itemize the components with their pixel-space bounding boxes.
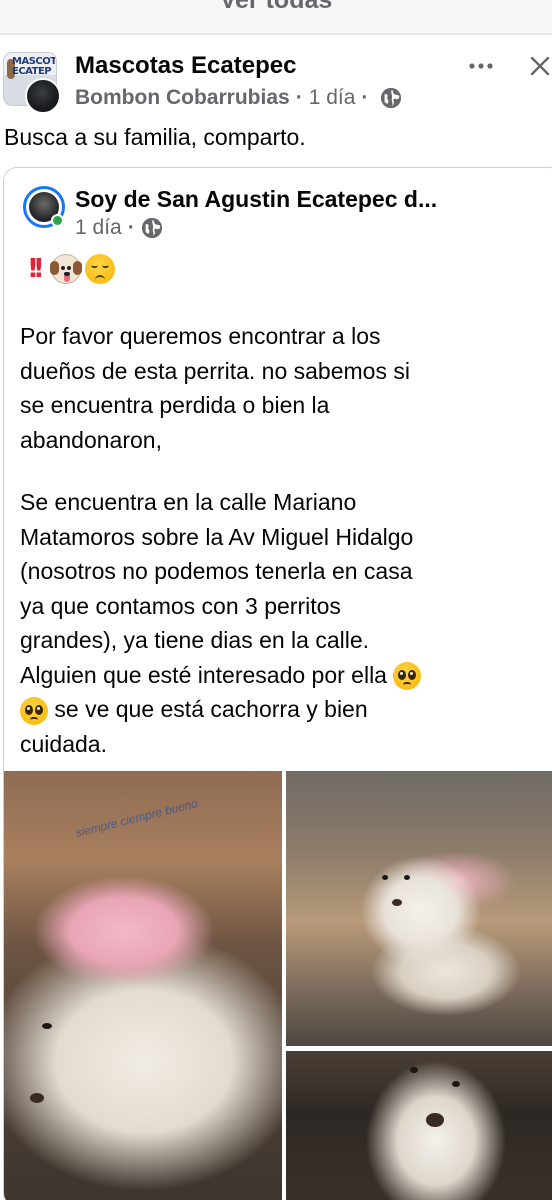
paragraph-line: dueños de esta perrita. no sabemos si: [20, 357, 410, 384]
paragraph-line: (nosotros no podemos tenerla en casa: [20, 558, 413, 584]
dog-eye: [382, 875, 388, 880]
post-paragraph-1: Por favor queremos encontrar a los dueño…: [20, 319, 550, 457]
double-exclamation-icon: !!: [27, 254, 45, 284]
pleading-face-icon: [393, 662, 422, 691]
post-caption: Busca a su familia, comparto.: [4, 124, 306, 150]
post-meta: Bombon Cobarrubias · 1 día ·: [75, 86, 402, 110]
author-avatar[interactable]: [25, 78, 61, 114]
paragraph-line: Se encuentra en la calle Mariano: [20, 489, 357, 515]
globe-icon[interactable]: [380, 87, 402, 109]
paragraph-line: se ve que está cachorra y bien: [54, 696, 368, 722]
group-name[interactable]: Mascotas Ecatepec: [75, 52, 296, 80]
paragraph-line: Alguien que esté interesado por ella: [20, 661, 387, 688]
disappointed-face-icon: [84, 254, 115, 284]
post-paragraph-2: Se encuentra en la calle Mariano Matamor…: [20, 485, 550, 761]
dog-eye: [410, 1067, 418, 1073]
close-icon[interactable]: [528, 54, 552, 78]
post-header: MASCOTAS ECATEP Mascotas Ecatepec Bombon…: [0, 44, 552, 116]
paragraph-line: Por favor queremos encontrar a los: [20, 323, 381, 349]
dog-nose: [30, 1093, 44, 1103]
paragraph-line: Matamoros sobre la Av Miguel Hidalgo: [20, 523, 414, 550]
author-name[interactable]: Bombon Cobarrubias: [75, 86, 290, 110]
paragraph-line-with-emoji: Alguien que esté interesado por ella: [20, 658, 550, 693]
dog-nose: [392, 899, 402, 906]
header-emoji-row: !!: [27, 254, 115, 284]
dog-face-icon: [49, 254, 82, 284]
post-time[interactable]: 1 día: [309, 86, 356, 110]
shared-post-meta: 1 día ·: [75, 216, 163, 240]
divider: [0, 33, 552, 35]
dog-eye: [42, 1023, 52, 1029]
dog-nose: [426, 1113, 444, 1127]
shared-page-name[interactable]: Soy de San Agustin Ecatepec d...: [75, 186, 545, 213]
dog-photo-1[interactable]: siempre ciempre bueno: [4, 771, 282, 1200]
paragraph-line-with-emoji: se ve que está cachorra y bien: [20, 692, 550, 727]
globe-icon: [141, 217, 162, 239]
dog-eye: [404, 875, 410, 880]
dog-photo-2[interactable]: [286, 771, 552, 1046]
dog-eye: [452, 1081, 460, 1087]
online-status-dot: [51, 214, 64, 227]
shared-post-time[interactable]: 1 día: [75, 216, 122, 240]
see-all-bar[interactable]: Ver todas: [0, 0, 552, 34]
shared-post-card[interactable]: Soy de San Agustin Ecatepec d... 1 día ·…: [3, 167, 552, 1200]
see-all-link[interactable]: Ver todas: [0, 0, 552, 15]
more-horizontal-icon[interactable]: [466, 54, 496, 78]
group-avatar-text: MASCOTAS ECATEP: [12, 56, 56, 77]
paragraph-line: ya que contamos con 3 perritos: [20, 592, 341, 619]
paragraph-line: cuidada.: [20, 730, 107, 757]
pleading-face-icon: [20, 696, 48, 725]
paragraph-line: abandonaron,: [20, 426, 162, 453]
paragraph-line: se encuentra perdida o bien la: [20, 392, 330, 418]
dog-photo-3[interactable]: [286, 1051, 552, 1200]
paragraph-line: grandes), ya tiene dias en la calle.: [20, 627, 370, 653]
